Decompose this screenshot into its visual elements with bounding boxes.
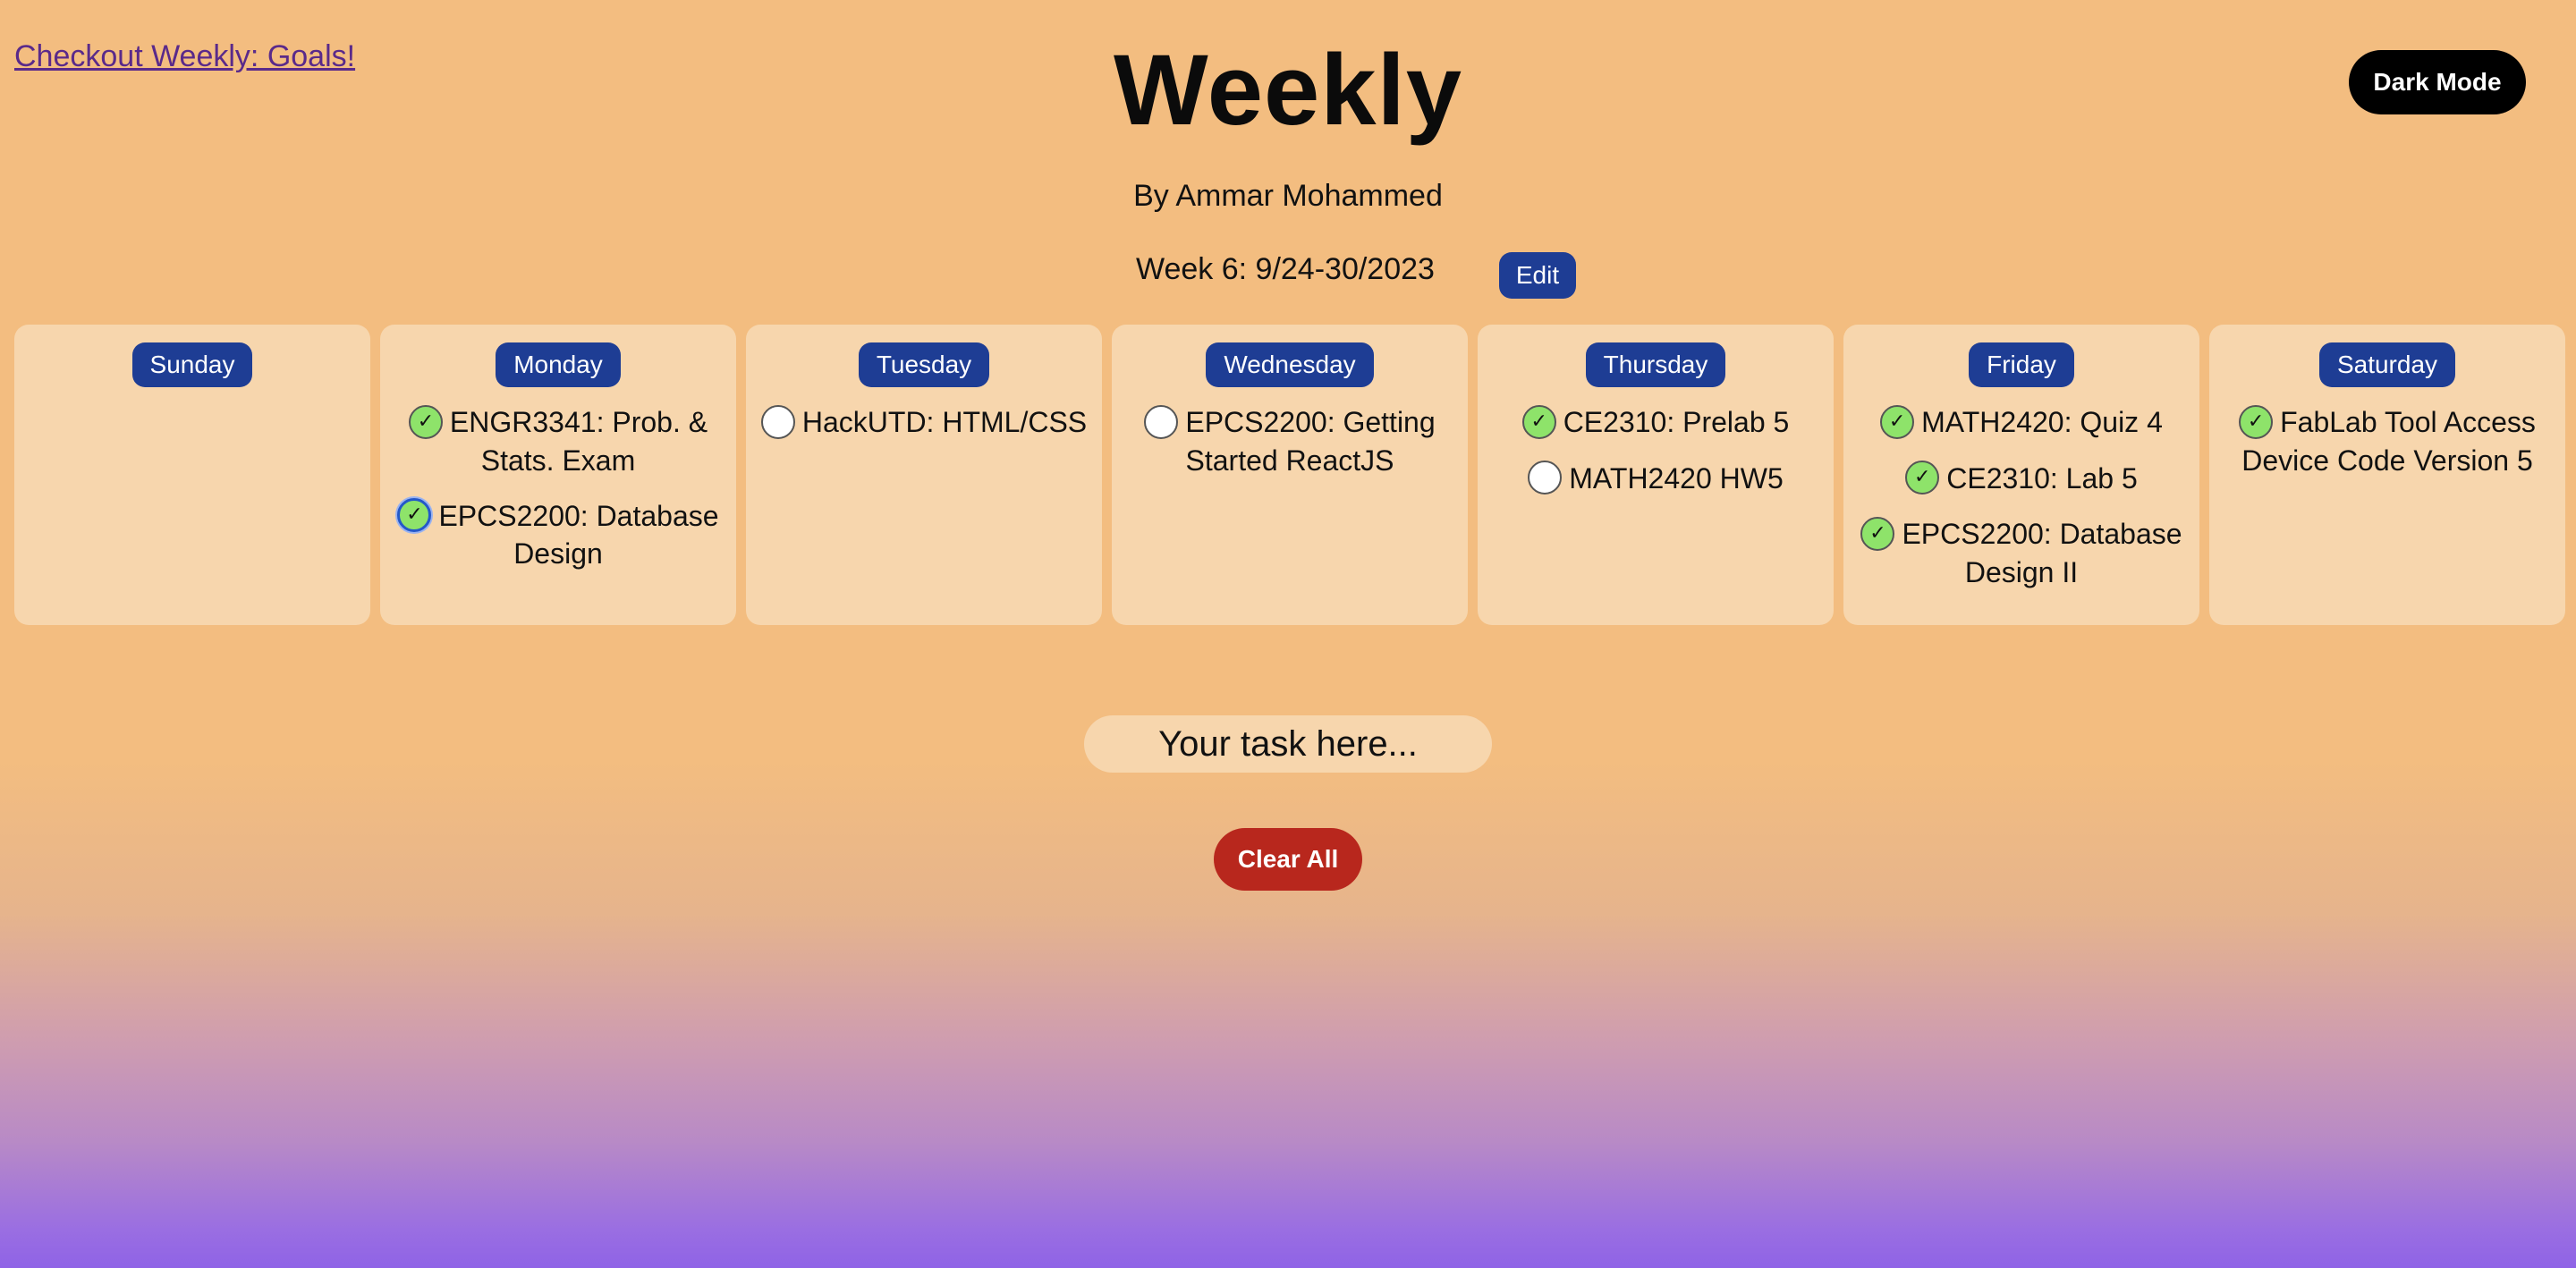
task-checked-icon[interactable] [1521, 404, 1556, 439]
task-item: CE2310: Lab 5 [1905, 460, 2138, 498]
week-board: Sunday Monday ENGR3341: Prob. & Stats. Exa… [14, 325, 2565, 625]
task-unchecked-icon[interactable] [760, 404, 795, 439]
task-checked-icon[interactable] [2239, 404, 2274, 439]
task-text: CE2310: Lab 5 [1946, 461, 2138, 495]
task-text: MATH2420: Quiz 4 [1921, 406, 2163, 438]
day-label-wednesday[interactable]: Wednesday [1206, 342, 1374, 387]
day-card-monday: Monday ENGR3341: Prob. & Stats. Exam EPCS2… [380, 325, 736, 625]
task-list: FabLab Tool Access Device Code Version 5 [2209, 403, 2565, 479]
day-card-wednesday: Wednesday EPCS2200: Getting Started React… [1112, 325, 1468, 625]
edit-week-button[interactable]: Edit [1499, 252, 1576, 299]
task-list: HackUTD: HTML/CSS [746, 403, 1102, 442]
task-unchecked-icon[interactable] [1528, 461, 1563, 495]
day-card-friday: Friday MATH2420: Quiz 4 CE2310: Lab 5 EPCS2… [1843, 325, 2199, 625]
task-text: EPCS2200: Getting Started ReactJS [1185, 406, 1436, 477]
task-text: ENGR3341: Prob. & Stats. Exam [449, 406, 708, 477]
day-label-saturday[interactable]: Saturday [2318, 342, 2456, 387]
task-checked-icon[interactable] [1880, 404, 1915, 439]
day-card-tuesday: Tuesday HackUTD: HTML/CSS [746, 325, 1102, 625]
page-title: Weekly [1114, 34, 1462, 146]
task-checked-icon[interactable] [408, 404, 443, 439]
day-label-thursday[interactable]: Thursday [1585, 342, 1726, 387]
day-label-sunday[interactable]: Sunday [131, 342, 253, 387]
task-text: EPCS2200: Database Design II [1902, 518, 2182, 588]
task-text: CE2310: Prelab 5 [1563, 406, 1790, 438]
week-label: Week 6: 9/24-30/2023 [1136, 252, 1435, 286]
day-card-thursday: Thursday CE2310: Prelab 5 MATH2420 HW5 [1478, 325, 1834, 625]
task-list: EPCS2200: Getting Started ReactJS [1112, 403, 1468, 479]
task-item: EPCS2200: Database Design [393, 497, 724, 573]
task-checked-icon[interactable] [1905, 461, 1940, 495]
task-checked-icon[interactable] [1860, 516, 1895, 551]
task-text: FabLab Tool Access Device Code Version 5 [2241, 406, 2536, 477]
day-card-saturday: Saturday FabLab Tool Access Device Code V… [2209, 325, 2565, 625]
task-checked-icon[interactable] [397, 498, 432, 533]
task-item: HackUTD: HTML/CSS [760, 403, 1088, 442]
task-unchecked-icon[interactable] [1144, 404, 1179, 439]
task-item: FabLab Tool Access Device Code Version 5 [2222, 403, 2553, 479]
task-text: EPCS2200: Database Design [438, 499, 719, 571]
day-label-tuesday[interactable]: Tuesday [858, 342, 990, 387]
dark-mode-button[interactable]: Dark Mode [2349, 50, 2526, 114]
day-label-monday[interactable]: Monday [496, 342, 621, 387]
task-input[interactable] [1084, 715, 1492, 773]
task-item: ENGR3341: Prob. & Stats. Exam [393, 403, 724, 479]
clear-all-button[interactable]: Clear All [1214, 828, 1362, 891]
day-label-friday[interactable]: Friday [1969, 342, 2074, 387]
task-list: ENGR3341: Prob. & Stats. Exam EPCS2200: D… [380, 403, 736, 572]
day-card-sunday: Sunday [14, 325, 370, 625]
task-item: EPCS2200: Getting Started ReactJS [1124, 403, 1455, 479]
task-list: CE2310: Prelab 5 MATH2420 HW5 [1478, 403, 1834, 497]
task-item: EPCS2200: Database Design II [1856, 515, 2187, 591]
task-list: MATH2420: Quiz 4 CE2310: Lab 5 EPCS2200: D… [1843, 403, 2199, 591]
task-item: MATH2420 HW5 [1528, 460, 1784, 498]
task-item: CE2310: Prelab 5 [1521, 403, 1790, 442]
task-text: HackUTD: HTML/CSS [801, 406, 1088, 438]
task-item: MATH2420: Quiz 4 [1880, 403, 2163, 442]
author-byline: By Ammar Mohammed [1133, 179, 1443, 213]
task-text: MATH2420 HW5 [1569, 461, 1784, 495]
